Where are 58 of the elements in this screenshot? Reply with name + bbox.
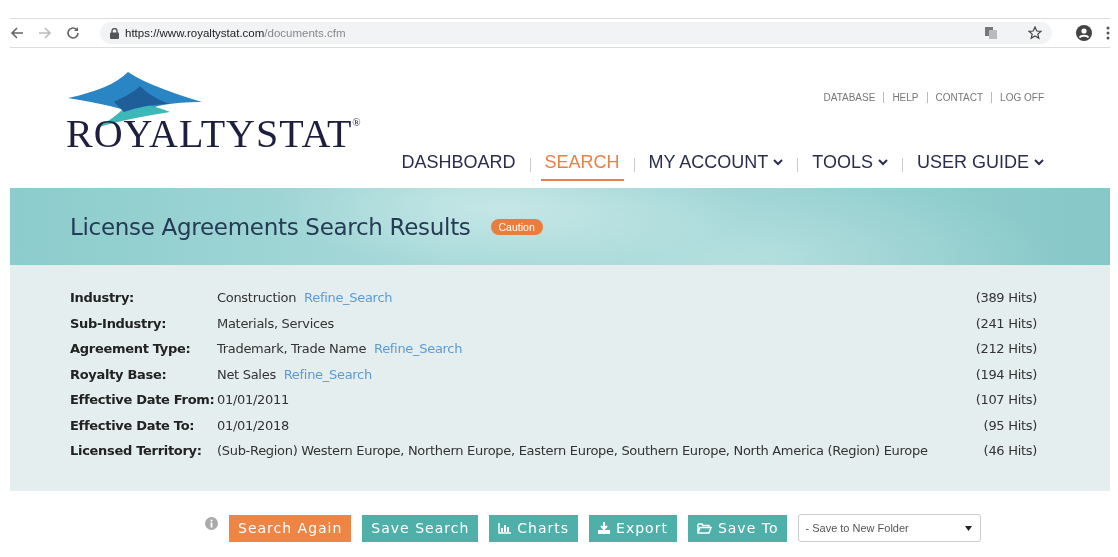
nav-tab[interactable]: DASHBOARD	[397, 148, 520, 181]
criteria-value: Materials, Services	[217, 315, 334, 331]
criteria-label: Royalty Base:	[70, 365, 168, 384]
url-text: https://www.royaltystat.com/documents.cfm	[125, 27, 346, 39]
criteria-value: (Sub-Region) Western Europe, Northern Europe, Eastern Europe, Southern Europe, North America (Region) Europe	[217, 443, 928, 458]
criteria-value: Net Sales	[217, 366, 276, 382]
nav-tab[interactable]: TOOLS	[808, 148, 892, 181]
chevron-down-icon	[877, 159, 888, 166]
criteria-label: Effective Date From:	[70, 391, 216, 409]
top-link[interactable]: LOG OFF	[1000, 92, 1044, 103]
criteria-label: Industry:	[70, 289, 135, 307]
download-icon	[598, 522, 611, 534]
hit-count: (241 Hits)	[974, 314, 1037, 333]
lock-icon	[110, 27, 119, 39]
dropdown-arrow-icon	[965, 525, 973, 531]
reload-icon[interactable]	[66, 26, 80, 40]
bookmark-star-icon[interactable]	[1028, 26, 1042, 40]
refine-search-link[interactable]: Refine_Search	[304, 290, 393, 305]
folder-select[interactable]: - Save to New Folder	[798, 514, 982, 542]
export-button[interactable]: Export	[589, 514, 677, 542]
save-to-button[interactable]: Save To	[687, 514, 788, 542]
address-bar[interactable]: https://www.royaltystat.com/documents.cfm	[100, 22, 1052, 44]
top-link[interactable]: HELP	[892, 92, 919, 103]
save-search-button[interactable]: Save Search	[362, 514, 479, 542]
hit-count: (194 Hits)	[974, 365, 1037, 384]
back-icon[interactable]	[10, 26, 24, 40]
nav-tab[interactable]: USER GUIDE	[912, 148, 1048, 181]
criteria-value: Trademark, Trade Name	[217, 341, 367, 356]
menu-icon[interactable]	[1106, 26, 1110, 40]
top-link[interactable]: DATABASE	[823, 92, 876, 103]
hit-count: (107 Hits)	[974, 391, 1037, 409]
hit-count: (389 Hits)	[974, 289, 1037, 307]
criteria-value: Construction	[217, 290, 297, 305]
nav-tab[interactable]: SEARCH	[540, 148, 624, 181]
chevron-down-icon	[1034, 159, 1044, 166]
refine-search-link[interactable]: Refine_Search	[374, 341, 463, 356]
criteria-value: 01/01/2018	[217, 417, 289, 433]
hit-count: (212 Hits)	[974, 340, 1037, 358]
criteria-label: Effective Date To:	[70, 416, 196, 435]
translate-icon[interactable]	[984, 26, 998, 40]
nav-tab[interactable]: MY ACCOUNT	[644, 148, 788, 181]
criteria-label: Sub-Industry:	[70, 314, 168, 333]
page-title: License Agreements Search Results	[70, 213, 471, 240]
chevron-down-icon	[773, 159, 784, 166]
caution-badge: Caution	[490, 218, 543, 235]
refine-search-link[interactable]: Refine_Search	[283, 366, 372, 382]
criteria-label: Agreement Type:	[70, 340, 192, 358]
hit-count: (95 Hits)	[982, 416, 1037, 435]
hit-count: (46 Hits)	[982, 442, 1037, 460]
charts-button[interactable]: Charts	[489, 514, 579, 542]
profile-icon[interactable]	[1076, 25, 1092, 41]
criteria-value: 01/01/2011	[217, 392, 289, 407]
folder-icon	[696, 522, 712, 534]
logo-text: ROYALTYSTAT®	[66, 110, 363, 157]
search-again-button[interactable]: Search Again	[229, 514, 352, 542]
bar-chart-icon	[498, 522, 512, 534]
top-link[interactable]: CONTACT	[935, 92, 984, 103]
criteria-label: Licensed Territory:	[70, 442, 203, 460]
